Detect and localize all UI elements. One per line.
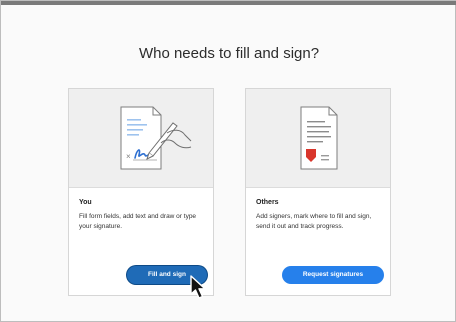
card-heading: You	[79, 199, 92, 206]
window-top-bar	[1, 1, 456, 5]
card-description: Fill form fields, add text and draw or t…	[79, 213, 197, 230]
arrow-pointer-icon	[190, 275, 206, 299]
dialog-title: Who needs to fill and sign?	[138, 45, 320, 62]
card-description: Add signers, mark where to fill and sign…	[256, 213, 372, 230]
card-illustration	[246, 89, 390, 188]
document-signature-marker-icon	[300, 106, 338, 170]
card-illustration: ×	[69, 89, 213, 188]
request-signatures-button[interactable]: Request signatures	[282, 266, 384, 284]
card-request-signatures[interactable]: Others Add signers, mark where to fill a…	[245, 88, 391, 296]
document-signature-pen-icon: ×	[120, 106, 192, 170]
card-heading: Others	[256, 199, 279, 206]
card-fill-and-sign[interactable]: × You Fill form fields, add text and dra…	[68, 88, 214, 296]
svg-text:×: ×	[126, 152, 131, 161]
dialog-window: Who needs to fill and sign? × You Fill f…	[0, 0, 456, 322]
